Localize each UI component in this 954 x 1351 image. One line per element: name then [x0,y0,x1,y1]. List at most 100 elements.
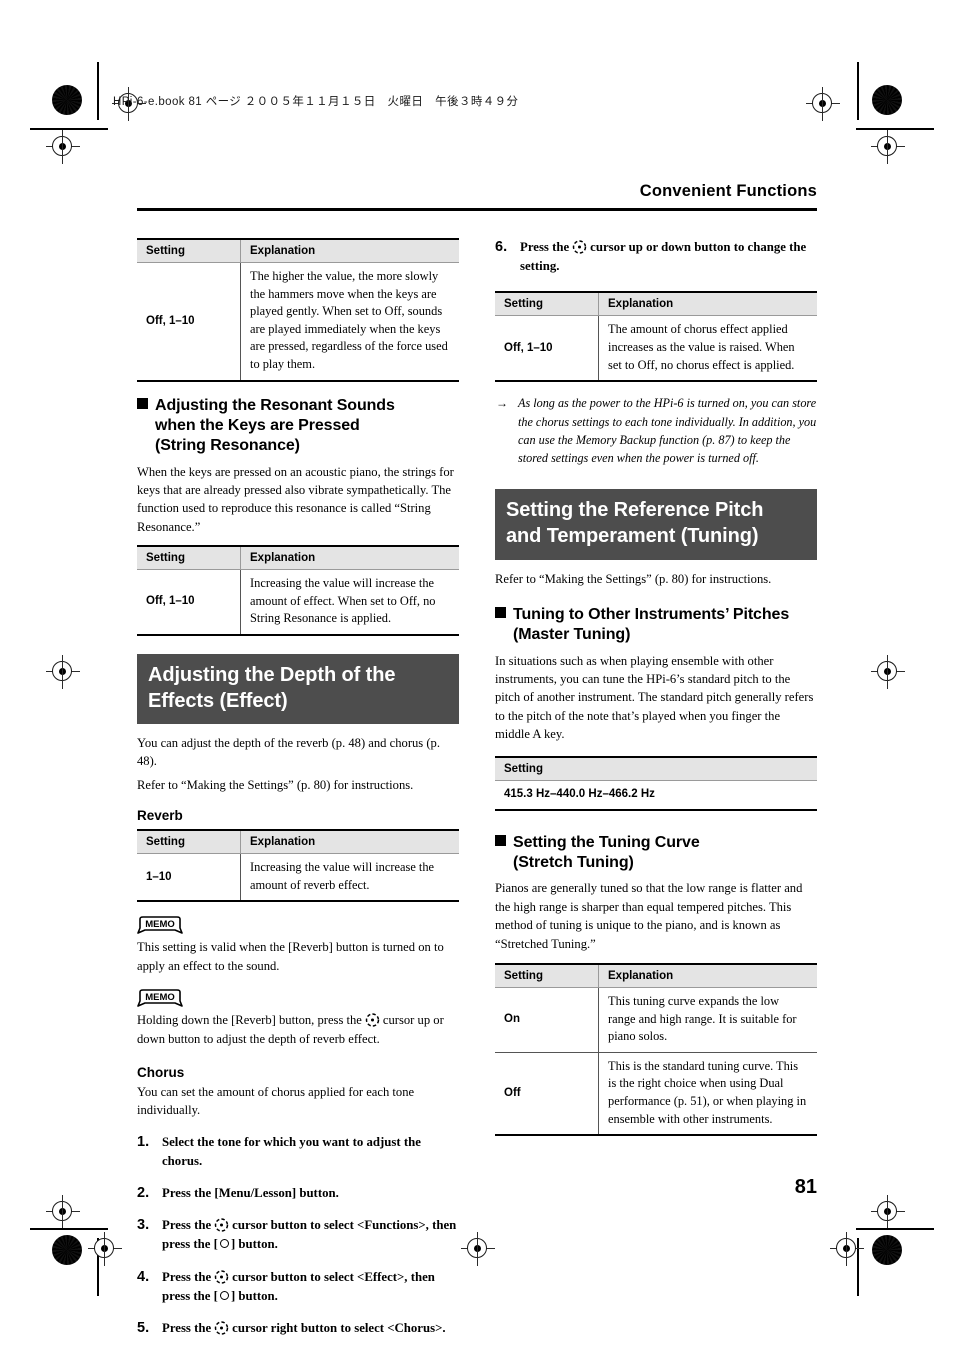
column-header-explanation: Explanation [598,291,817,317]
table-row-header: Setting [495,756,817,782]
file-slug-line: HPi-6-e.book 81 ページ ２００５年１１月１５日 火曜日 午後３時… [113,96,519,108]
table-row: 415.3 Hz–440.0 Hz–466.2 Hz [495,780,817,811]
table-row: On This tuning curve expands the low ran… [495,987,817,1053]
cell-explanation: Increasing the value will increase the a… [240,569,459,636]
step-text: Select the tone for which you want to ad… [162,1134,421,1168]
cell-explanation: This tuning curve expands the low range … [598,987,817,1053]
table-master-tuning: Setting 415.3 Hz–440.0 Hz–466.2 Hz [495,756,817,811]
memo-icon: MEMO [137,989,183,1008]
bullet-square-icon [495,834,506,846]
density-target-top-right [872,85,902,115]
step-6: 6. Press the cursor up or down button to … [495,238,817,276]
heading-line-2: (Master Tuning) [513,626,631,644]
column-header-setting: Setting [495,962,599,988]
heading-string-resonance: Adjusting the Resonant Sounds when the K… [137,396,459,457]
trim-mark-top-right-vertical [857,62,859,120]
heading-line-3: (String Resonance) [155,437,300,455]
document-page: HPi-6-e.book 81 ページ ２００５年１１月１５日 火曜日 午後３時… [0,0,954,1351]
banner-line-1: Adjusting the Depth of the [148,663,396,686]
bullet-square-icon [137,397,148,409]
step-4: 4. Press the cursor button to select <Eff… [137,1268,459,1306]
bullet-square-icon [495,606,506,618]
column-header-setting: Setting [495,291,599,317]
note-text: As long as the power to the HPi-6 is tur… [518,396,817,466]
left-column: Setting Explanation Off, 1–10 The higher… [137,238,459,1338]
running-head-rule [137,208,817,211]
column-header-explanation: Explanation [240,238,459,263]
cell-explanation: The higher the value, the more slowly th… [240,262,459,382]
density-target-bottom-right [872,1235,902,1265]
cell-setting: On [495,987,599,1053]
registration-mark-bottom-center [461,1232,495,1266]
registration-mark-top-right [871,130,905,164]
step-text-after: ] button. [230,1288,278,1303]
step-text-after: cursor right button to select <Chorus>. [232,1321,446,1336]
step-3: 3. Press the cursor button to select <Fun… [137,1216,459,1254]
paragraph-stretch-tuning: Pianos are generally tuned so that the l… [495,881,803,951]
paragraph-effect-1: You can adjust the depth of the reverb (… [137,736,440,769]
banner-heading-tuning: Setting the Reference Pitch and Temperam… [495,489,817,560]
table-row-header: Setting Explanation [137,829,459,855]
registration-mark-mid-left [46,655,80,689]
step-number: 1. [137,1133,150,1150]
trim-mark-top-right-horizontal [856,128,934,130]
memo-text-2: Holding down the [Reverb] button, press … [137,1011,459,1048]
registration-mark-top-right-inner [806,87,840,121]
registration-mark-bottom-right [871,1195,905,1229]
table-row: Off, 1–10 The amount of chorus effect ap… [495,315,817,383]
density-target-bottom-left [52,1235,82,1265]
step-5: 5. Press the cursor right button to selec… [137,1319,459,1338]
column-header-setting: Setting [137,545,241,571]
subheading-reverb: Reverb [137,808,183,824]
heading-line-1: Tuning to Other Instruments’ Pitches [513,605,790,623]
memo-text-2-before: Holding down the [Reverb] button, press … [137,1013,362,1028]
registration-mark-bottom-left-inner [88,1232,122,1266]
step-text-after: ] button. [230,1237,278,1252]
table-string-resonance: Setting Explanation Off, 1–10 Increasing… [137,545,459,636]
column-header-setting: Setting [137,829,241,855]
table-chorus: Setting Explanation Off, 1–10 The amount… [495,291,817,383]
table-row-header: Setting Explanation [137,238,459,263]
heading-stretch-tuning: Setting the Tuning Curve (Stretch Tuning… [495,833,817,874]
cell-explanation: The amount of chorus effect applied incr… [598,315,817,383]
step-number: 4. [137,1268,150,1285]
paragraph-chorus: You can set the amount of chorus applied… [137,1084,415,1118]
heading-master-tuning: Tuning to Other Instruments’ Pitches (Ma… [495,605,817,646]
enter-button-icon [219,1239,229,1249]
registration-mark-top-left [46,130,80,164]
cell-explanation: Increasing the value will increase the a… [240,853,459,903]
column-header-setting: Setting [137,238,241,263]
step-text-before: Press the [162,1269,212,1284]
cell-setting: Off, 1–10 [495,315,599,383]
subheading-chorus: Chorus [137,1064,185,1080]
banner-line-2: and Temperament (Tuning) [506,524,759,547]
step-number: 5. [137,1320,150,1337]
cursor-pad-icon [572,240,587,254]
heading-line-1: Setting the Tuning Curve [513,833,700,851]
cursor-pad-icon [214,1218,229,1233]
trim-mark-bottom-left-horizontal [30,1228,108,1230]
heading-line-2: when the Keys are Pressed [155,416,360,434]
heading-line-1: Adjusting the Resonant Sounds [155,396,395,414]
paragraph-master-tuning: In situations such as when playing ensem… [495,653,814,742]
svg-text:MEMO: MEMO [145,919,175,930]
paragraph-string-resonance: When the keys are pressed on an acoustic… [137,464,454,534]
running-head: Convenient Functions [137,182,817,211]
table-stretch-tuning: Setting Explanation On This tuning curve… [495,962,817,1137]
svg-text:MEMO: MEMO [145,992,175,1003]
step-number: 2. [137,1185,150,1202]
right-column: 6. Press the cursor up or down button to … [495,238,817,1140]
table-row-header: Setting Explanation [495,962,817,988]
registration-mark-mid-right [871,655,905,689]
cell-setting: 1–10 [137,853,241,903]
table-row: Off, 1–10 Increasing the value will incr… [137,569,459,636]
running-head-title: Convenient Functions [639,182,817,200]
table-row-header: Setting Explanation [495,291,817,317]
cell-setting: 415.3 Hz–440.0 Hz–466.2 Hz [495,780,817,811]
cursor-pad-icon [214,1269,229,1284]
page-number: 81 [794,1176,817,1198]
step-text-before: Press the [162,1321,212,1336]
banner-line-1: Setting the Reference Pitch [506,499,764,522]
table-row-header: Setting Explanation [137,545,459,571]
density-target-top-left [52,85,82,115]
